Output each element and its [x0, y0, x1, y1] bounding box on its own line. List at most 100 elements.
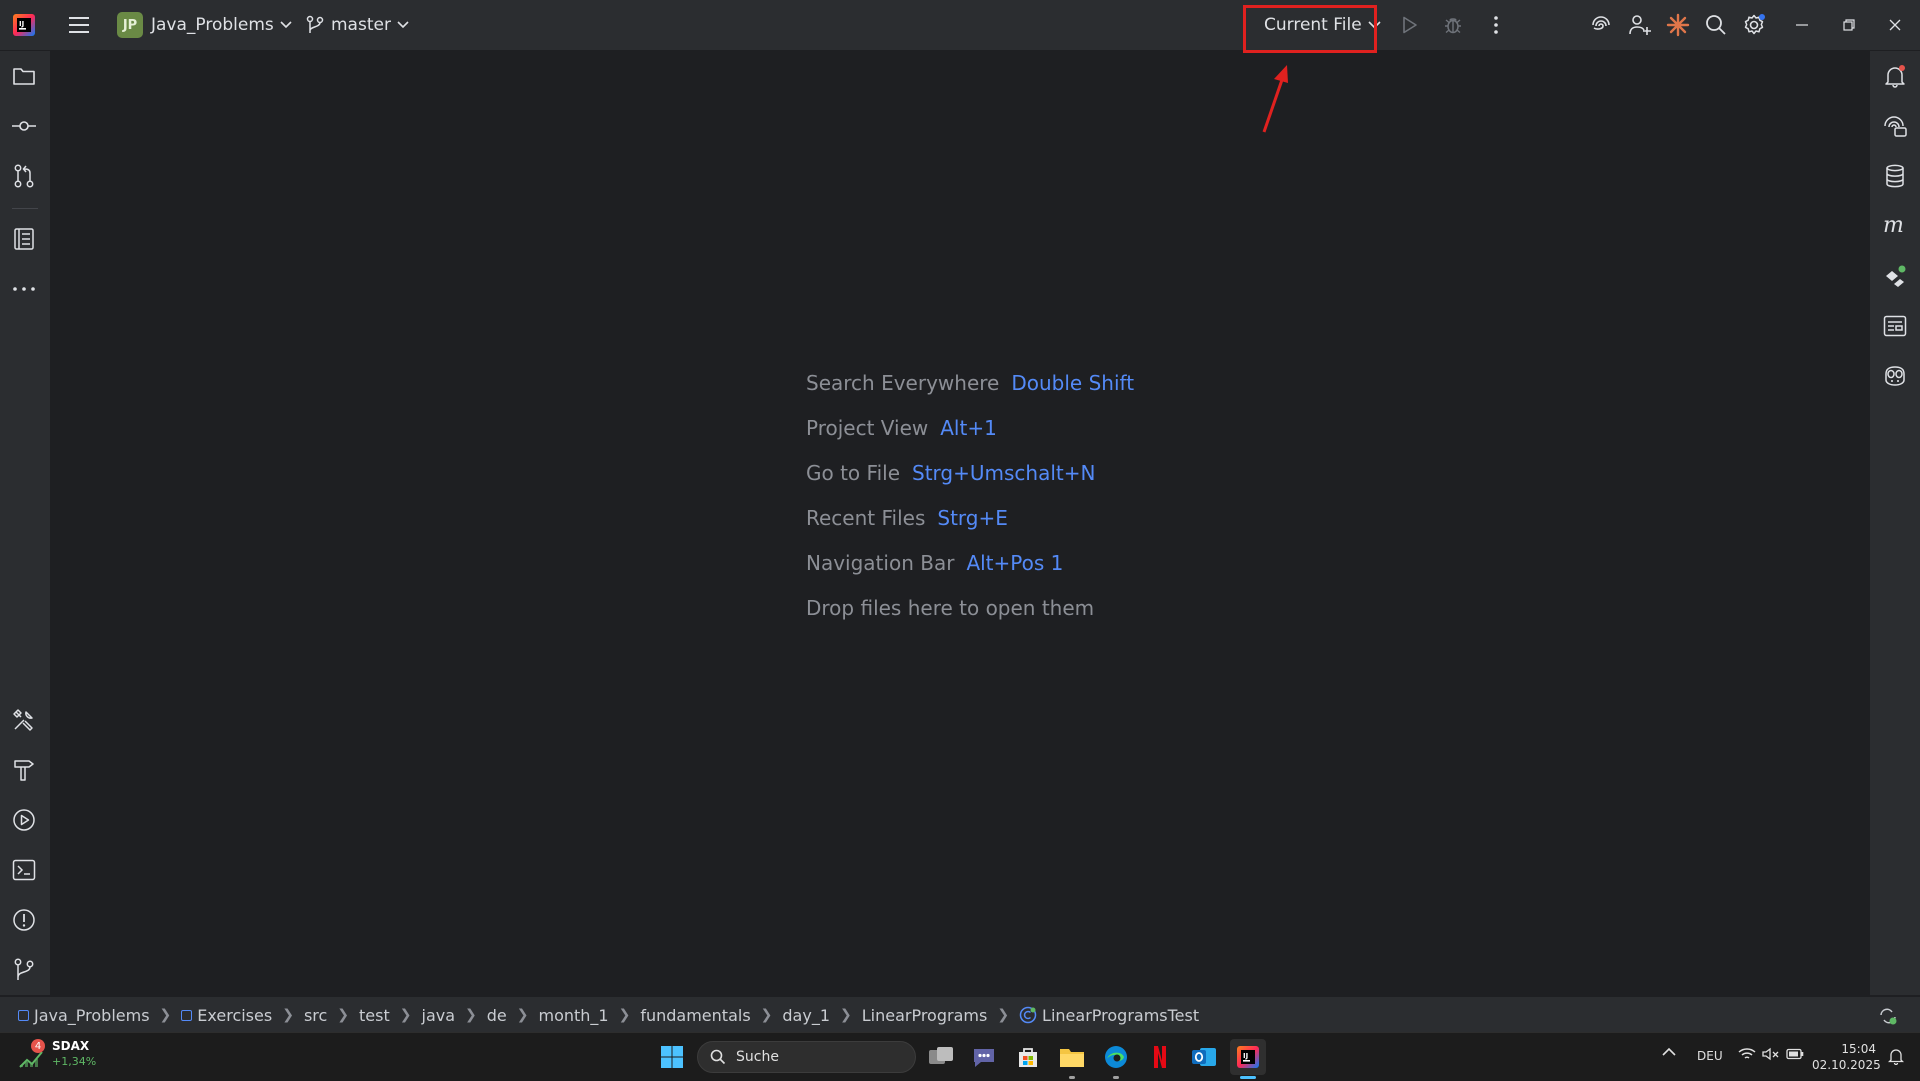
sparkle-icon	[1666, 13, 1690, 37]
microsoft-store-button[interactable]	[1010, 1039, 1046, 1075]
close-button[interactable]	[1872, 0, 1918, 50]
branch-selector[interactable]: master	[306, 0, 409, 50]
more-actions-button[interactable]	[1486, 0, 1506, 50]
svg-text:IJ: IJ	[19, 20, 24, 28]
taskbar-search[interactable]: Suche	[697, 1041, 916, 1073]
services-tool-button[interactable]	[7, 703, 41, 737]
problems-icon	[13, 909, 35, 931]
claude-button[interactable]	[1665, 0, 1691, 50]
main-menu-button[interactable]	[64, 0, 94, 50]
breadcrumb-item-class[interactable]: LinearProgramsTest	[1019, 1006, 1199, 1025]
chevron-down-icon	[397, 21, 409, 29]
debug-button[interactable]	[1441, 0, 1465, 50]
windows-logo-icon	[661, 1046, 683, 1068]
netflix-button[interactable]	[1142, 1039, 1178, 1075]
search-icon	[710, 1049, 726, 1065]
breadcrumb-item[interactable]: month_1	[539, 1006, 609, 1025]
play-icon	[1403, 16, 1417, 34]
running-indicator	[1113, 1076, 1119, 1079]
build-tool-button[interactable]	[7, 753, 41, 787]
hint-label: Search Everywhere	[806, 370, 1000, 395]
hint-shortcut: Alt+1	[940, 415, 997, 440]
ai-assistant-tool-button[interactable]	[1878, 109, 1912, 143]
hint-label: Go to File	[806, 460, 900, 485]
problems-tool-button[interactable]	[7, 903, 41, 937]
clock-time: 15:04	[1841, 1042, 1876, 1056]
chevron-right-icon: ❯	[516, 1007, 529, 1023]
module-icon	[181, 1009, 193, 1021]
intellij-logo-icon[interactable]: IJ	[12, 0, 36, 50]
svg-text:m: m	[1883, 215, 1904, 237]
start-button[interactable]	[654, 1039, 690, 1075]
database-tool-button[interactable]	[1878, 159, 1912, 193]
hint-shortcut: Alt+Pos 1	[966, 550, 1064, 575]
hint-navigation-bar: Navigation Bar Alt+Pos 1	[806, 540, 1134, 585]
hint-project-view: Project View Alt+1	[806, 405, 1134, 450]
teams-button[interactable]	[966, 1039, 1002, 1075]
chevron-right-icon: ❯	[840, 1007, 852, 1023]
windows-taskbar: 4 SDAX +1,34% Suche IJ DEU 15:04 02.10.2…	[0, 1032, 1920, 1081]
file-explorer-button[interactable]	[1054, 1039, 1090, 1079]
intellij-taskbar-button[interactable]: IJ	[1230, 1039, 1266, 1079]
hint-shortcut: Strg+E	[937, 505, 1008, 530]
search-placeholder: Suche	[736, 1049, 779, 1065]
breadcrumb-item[interactable]: fundamentals	[640, 1006, 750, 1025]
pull-requests-tool-button[interactable]	[7, 159, 41, 193]
add-user-button[interactable]	[1627, 0, 1653, 50]
navigation-breadcrumb-bar: Java_Problems ❯ Exercises ❯ src ❯ test ❯…	[0, 996, 1920, 1033]
breadcrumb-item[interactable]: LinearPrograms	[862, 1006, 988, 1025]
outlook-button[interactable]	[1186, 1039, 1222, 1075]
vcs-status-widget[interactable]	[1878, 1006, 1898, 1026]
module-icon	[18, 1009, 29, 1021]
coverage-tool-button[interactable]	[1878, 259, 1912, 293]
quick-settings-button[interactable]	[1738, 1047, 1804, 1061]
breadcrumb-label: Java_Problems	[34, 1005, 150, 1025]
input-language[interactable]: DEU	[1697, 1049, 1723, 1063]
breadcrumb-item[interactable]: day_1	[782, 1006, 830, 1025]
search-everywhere-button[interactable]	[1703, 0, 1729, 50]
breadcrumb-item[interactable]: java	[422, 1006, 456, 1025]
left-tool-window-stripe	[0, 51, 51, 995]
outlook-icon	[1192, 1048, 1216, 1066]
stock-name: SDAX	[52, 1039, 90, 1053]
notifications-tool-button[interactable]	[1878, 59, 1912, 93]
word-tool-button[interactable]	[1878, 309, 1912, 343]
settings-button[interactable]	[1741, 0, 1767, 50]
task-view-button[interactable]	[923, 1039, 959, 1075]
running-indicator	[1069, 1076, 1075, 1079]
more-tool-windows-button[interactable]	[7, 272, 41, 306]
run-button[interactable]	[1398, 0, 1422, 50]
breadcrumb-item-project[interactable]: Java_Problems	[18, 1006, 150, 1025]
netflix-icon	[1154, 1046, 1166, 1068]
bug-icon	[1445, 18, 1461, 34]
chat-icon	[974, 1049, 994, 1067]
show-hidden-icons-button[interactable]	[1662, 1047, 1676, 1057]
stock-widget[interactable]: 4 SDAX +1,34%	[18, 1039, 96, 1069]
breadcrumb-item-module[interactable]: Exercises	[181, 1006, 272, 1025]
terminal-tool-button[interactable]	[7, 853, 41, 887]
breadcrumb: Java_Problems ❯ Exercises ❯ src ❯ test ❯…	[18, 1006, 1199, 1025]
project-selector[interactable]: JP Java_Problems	[117, 0, 292, 50]
clock[interactable]: 15:04 02.10.2025	[1812, 1041, 1881, 1073]
maven-icon: m	[1883, 215, 1904, 237]
edge-button[interactable]	[1098, 1039, 1134, 1079]
hint-shortcut: Strg+Umschalt+N	[912, 460, 1096, 485]
chevron-right-icon: ❯	[760, 1007, 773, 1023]
maven-tool-button[interactable]: m	[1878, 209, 1912, 243]
run-tool-button[interactable]	[7, 803, 41, 837]
breadcrumb-item[interactable]: de	[487, 1006, 507, 1025]
code-with-me-button[interactable]	[1588, 0, 1614, 50]
breadcrumb-item[interactable]: test	[359, 1006, 390, 1025]
coverage-icon	[1886, 265, 1906, 287]
breadcrumb-label: LinearProgramsTest	[1042, 1005, 1200, 1025]
git-tool-button[interactable]	[7, 953, 41, 987]
breadcrumb-item[interactable]: src	[304, 1006, 327, 1025]
commit-tool-button[interactable]	[7, 109, 41, 143]
minimize-button[interactable]	[1779, 0, 1825, 50]
store-icon	[1019, 1048, 1037, 1067]
structure-tool-button[interactable]	[7, 222, 41, 256]
project-tool-button[interactable]	[7, 59, 41, 93]
restore-button[interactable]	[1826, 0, 1872, 50]
notification-center-button[interactable]	[1888, 1047, 1904, 1065]
copilot-tool-button[interactable]	[1878, 359, 1912, 393]
